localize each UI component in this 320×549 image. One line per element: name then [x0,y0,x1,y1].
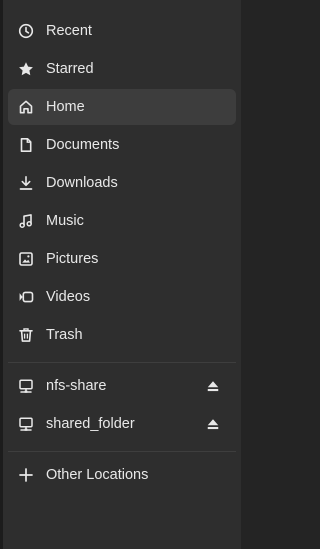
sidebar-item-label: nfs-share [46,378,107,394]
sidebar-item-shared-folder[interactable]: shared_folder [8,406,236,442]
sidebar-item-label: Music [46,213,84,229]
star-icon [18,61,34,77]
sidebar-separator [8,362,236,363]
sidebar-item-other-locations[interactable]: Other Locations [8,457,236,493]
sidebar-item-downloads[interactable]: Downloads [8,165,236,201]
sidebar-item-videos[interactable]: Videos [8,279,236,315]
sidebar-item-label: Trash [46,327,83,343]
sidebar-item-label: Videos [46,289,91,305]
sidebar-item-label: Pictures [46,251,99,267]
content-area-edge [241,0,272,549]
clock-icon [18,23,34,39]
sidebar-item-music[interactable]: Music [8,203,236,239]
plus-icon [18,467,34,483]
sidebar-item-label: Documents [46,137,120,153]
sidebar-item-documents[interactable]: Documents [8,127,236,163]
sidebar-item-recent[interactable]: Recent [8,13,236,49]
sidebar-item-pictures[interactable]: Pictures [8,241,236,277]
network-drive-icon [18,378,34,394]
sidebar-item-label: Downloads [46,175,118,191]
eject-icon[interactable] [205,378,221,394]
sidebar-item-label: Starred [46,61,94,77]
sidebar-item-home[interactable]: Home [8,89,236,125]
network-drive-icon [18,416,34,432]
sidebar-item-trash[interactable]: Trash [8,317,236,353]
trash-icon [18,327,34,343]
video-icon [18,289,34,305]
sidebar-item-label: shared_folder [46,416,135,432]
sidebar-item-nfs-share[interactable]: nfs-share [8,368,236,404]
places-sidebar: Recent Starred Home Documents Downloads … [3,0,241,549]
download-icon [18,175,34,191]
sidebar-item-starred[interactable]: Starred [8,51,236,87]
sidebar-item-label: Recent [46,23,92,39]
sidebar-item-label: Other Locations [46,467,149,483]
sidebar-item-label: Home [46,99,85,115]
music-icon [18,213,34,229]
picture-icon [18,251,34,267]
sidebar-separator [8,451,236,452]
document-icon [18,137,34,153]
home-icon [18,99,34,115]
eject-icon[interactable] [205,416,221,432]
